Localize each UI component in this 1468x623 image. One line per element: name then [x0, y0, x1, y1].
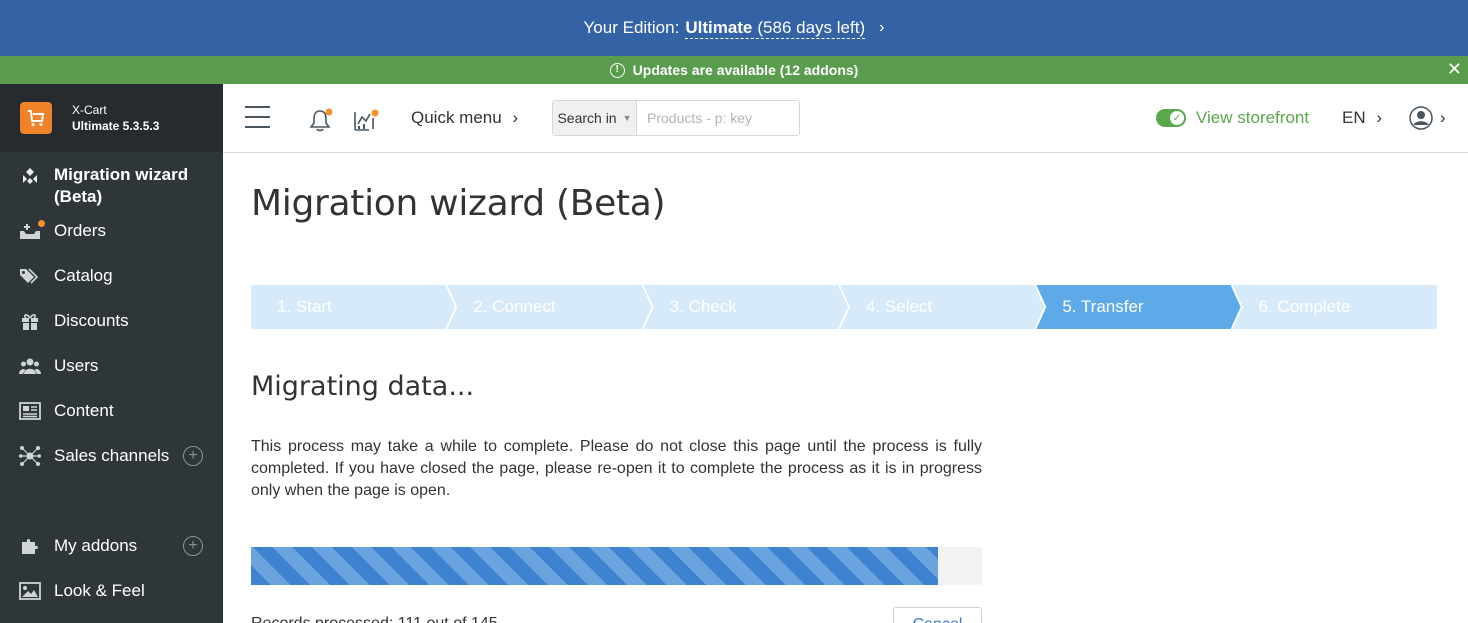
progress-bar-fill: [251, 547, 939, 585]
chevron-right-icon: ›: [1440, 108, 1446, 127]
quick-menu-label: Quick menu: [411, 108, 502, 127]
user-menu[interactable]: ›: [1409, 106, 1446, 130]
sidebar-item-my-addons[interactable]: My addons +: [0, 534, 223, 558]
updates-text[interactable]: Updates are available (12 addons): [633, 62, 859, 78]
chevron-right-icon: ›: [1376, 108, 1383, 127]
search-in-dropdown[interactable]: Search in ▼: [553, 101, 637, 135]
user-avatar-icon: [1409, 106, 1433, 130]
check-icon: ✓: [1170, 111, 1184, 125]
sidebar-item-label: Orders: [54, 221, 106, 240]
updates-bar[interactable]: ! Updates are available (12 addons) ✕: [0, 56, 1468, 84]
sidebar-item-label: Migration wizard (Beta): [54, 165, 189, 206]
edition-prefix: Your Edition:: [583, 18, 680, 37]
search-box: Search in ▼: [552, 100, 800, 136]
brand-version: Ultimate 5.3.5.3: [72, 119, 160, 133]
info-icon: !: [609, 62, 625, 78]
brand-name: X-Cart: [72, 103, 107, 117]
wizard-step[interactable]: 6. Complete: [1232, 285, 1437, 329]
orders-icon: [19, 220, 45, 242]
wizard-step[interactable]: 4. Select: [840, 285, 1044, 329]
top-header: Quick menu › Search in ▼ ✓ View storefro…: [223, 84, 1468, 153]
sidebar-item-label: My addons: [54, 536, 138, 555]
network-icon: [19, 445, 41, 467]
close-icon[interactable]: ✕: [1447, 59, 1462, 80]
bell-icon[interactable]: [308, 108, 334, 137]
sidebar-item-users[interactable]: Users: [0, 354, 223, 378]
search-input[interactable]: [637, 101, 799, 135]
brand[interactable]: X-Cart Ultimate 5.3.5.3: [0, 84, 223, 152]
sidebar-item-label: Catalog: [54, 266, 113, 285]
sidebar-item-content[interactable]: Content: [0, 399, 223, 423]
section-title: Migrating data...: [251, 371, 475, 402]
chevron-right-icon: ›: [879, 19, 885, 36]
add-sales-channel-button[interactable]: +: [183, 446, 203, 466]
storefront-toggle-switch[interactable]: ✓: [1156, 109, 1186, 127]
wizard-steps: 1. Start 2. Connect 3. Check 4. Select 5. Tr…: [251, 285, 1439, 329]
language-selector[interactable]: EN ›: [1342, 108, 1382, 128]
sidebar-item-label: Sales channels: [54, 446, 170, 465]
xcart-logo-icon: [20, 102, 52, 134]
sidebar-item-label: Users: [54, 356, 99, 375]
caret-down-icon: ▼: [622, 113, 632, 123]
cancel-button[interactable]: Cancel: [893, 607, 982, 623]
chevron-right-icon: ›: [512, 108, 519, 127]
notification-dot: [38, 220, 45, 227]
wizard-step[interactable]: 5. Transfer: [1036, 285, 1240, 329]
edition-name: Ultimate: [685, 17, 753, 37]
sidebar-item-sales-channels[interactable]: Sales channels +: [0, 444, 223, 468]
view-storefront-toggle[interactable]: ✓ View storefront: [1156, 108, 1309, 128]
language-label: EN: [1342, 108, 1366, 127]
main-content: Migration wizard (Beta) 1. Start 2. Conne…: [223, 153, 1468, 623]
sidebar-item-orders[interactable]: Orders: [0, 219, 223, 243]
process-description: This process may take a while to complet…: [251, 438, 982, 499]
sidebar-item-discounts[interactable]: Discounts: [0, 309, 223, 333]
progress-bar: [251, 547, 982, 585]
tag-icon: [19, 265, 41, 287]
page-title: Migration wizard (Beta): [251, 183, 666, 224]
sidebar-item-label: Discounts: [54, 311, 129, 330]
gift-icon: [19, 310, 41, 332]
quick-menu-button[interactable]: Quick menu ›: [411, 108, 518, 128]
sidebar-item-catalog[interactable]: Catalog: [0, 264, 223, 288]
puzzle-icon: [19, 535, 41, 557]
hamburger-menu-icon[interactable]: [245, 106, 270, 128]
edition-bar[interactable]: Your Edition: Ultimate (586 days left) ›: [0, 0, 1468, 56]
wizard-step[interactable]: 2. Connect: [447, 285, 651, 329]
search-in-label: Search in: [557, 110, 617, 126]
sidebar: X-Cart Ultimate 5.3.5.3 Migration wizard…: [0, 84, 223, 623]
sidebar-item-label: Look & Feel: [54, 581, 145, 600]
sidebar-item-migration-wizard[interactable]: Migration wizard (Beta): [0, 164, 223, 208]
edition-link[interactable]: Ultimate (586 days left): [685, 17, 866, 39]
content-icon: [19, 400, 41, 422]
sidebar-item-label: Content: [54, 401, 114, 420]
analytics-icon[interactable]: [353, 108, 381, 137]
edition-days-left: (586 days left): [757, 17, 866, 37]
wizard-step[interactable]: 1. Start: [251, 285, 455, 329]
image-icon: [19, 580, 41, 602]
sidebar-item-look-and-feel[interactable]: Look & Feel: [0, 579, 223, 603]
view-storefront-link[interactable]: View storefront: [1196, 108, 1309, 128]
records-processed: Records processed: 111 out of 145: [251, 615, 498, 623]
wizard-step[interactable]: 3. Check: [644, 285, 848, 329]
add-addon-button[interactable]: +: [183, 536, 203, 556]
migration-icon: [19, 165, 41, 187]
users-icon: [19, 355, 41, 377]
